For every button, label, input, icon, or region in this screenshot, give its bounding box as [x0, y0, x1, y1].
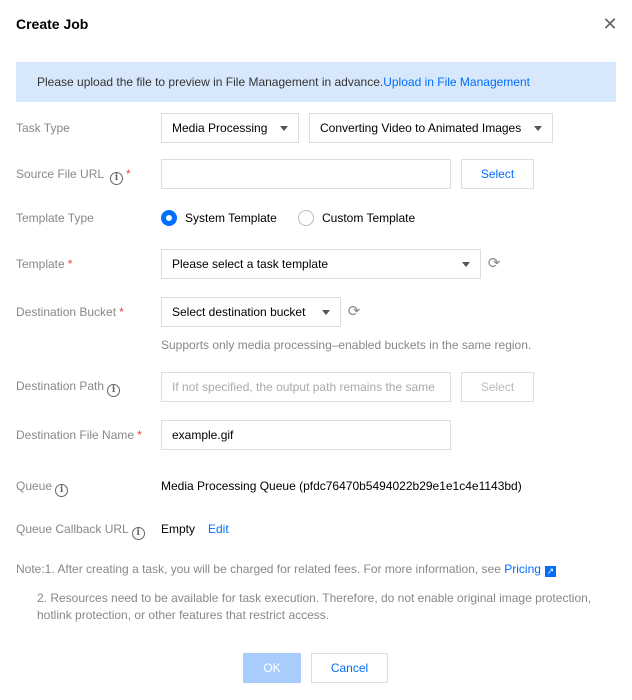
external-link-icon[interactable]: ↗: [544, 566, 556, 577]
info-icon[interactable]: i: [109, 172, 123, 185]
dest-bucket-hint: Supports only media processing–enabled b…: [161, 338, 532, 352]
task-type-select[interactable]: Media Processing: [161, 113, 299, 143]
task-type-label: Task Type: [16, 121, 70, 135]
source-url-label-text: Source File URL: [16, 167, 104, 181]
source-url-label: Source File URL i *: [16, 166, 131, 185]
chevron-down-icon: [280, 126, 288, 131]
template-label: Template *: [16, 256, 72, 272]
cancel-button[interactable]: Cancel: [311, 653, 388, 683]
chevron-down-icon: [322, 310, 330, 315]
callback-label: Queue Callback URL i: [16, 521, 145, 540]
upload-link[interactable]: Upload in File Management: [383, 75, 530, 89]
dest-file-label-text: Destination File Name: [16, 428, 135, 442]
chevron-down-icon: [534, 126, 542, 131]
required-mark: *: [125, 167, 131, 181]
info-icon[interactable]: i: [55, 484, 69, 497]
ok-button[interactable]: OK: [243, 653, 301, 683]
source-select-button[interactable]: Select: [461, 159, 534, 189]
required-mark: *: [137, 428, 142, 442]
refresh-icon[interactable]: ⟳: [486, 256, 502, 272]
source-url-input[interactable]: [161, 159, 451, 189]
refresh-icon[interactable]: ⟳: [346, 304, 362, 320]
note-1: Note:1. After creating a task, you will …: [16, 561, 556, 577]
radio-custom-template[interactable]: [298, 210, 314, 226]
dialog-title: Create Job: [16, 16, 89, 32]
info-icon[interactable]: i: [107, 384, 121, 397]
note-1-text: Note:1. After creating a task, you will …: [16, 562, 505, 576]
dest-path-input[interactable]: If not specified, the output path remain…: [161, 372, 451, 402]
task-subtype-value: Converting Video to Animated Images: [320, 121, 522, 135]
required-mark: *: [119, 305, 124, 319]
banner-text: Please upload the file to preview in Fil…: [37, 75, 384, 89]
task-type-value: Media Processing: [172, 121, 268, 135]
dest-file-input[interactable]: example.gif: [161, 420, 451, 450]
dest-path-label-text: Destination Path: [16, 379, 105, 393]
callback-value: Empty: [161, 522, 196, 536]
custom-template-label[interactable]: Custom Template: [322, 211, 415, 225]
template-placeholder: Please select a task template: [172, 257, 329, 271]
dest-path-label: Destination Path i: [16, 378, 121, 397]
required-mark: *: [67, 257, 73, 271]
pricing-link[interactable]: Pricing: [504, 562, 541, 576]
callback-edit-link[interactable]: Edit: [208, 522, 229, 536]
dest-bucket-placeholder: Select destination bucket: [172, 305, 306, 319]
template-select[interactable]: Please select a task template: [161, 249, 481, 279]
template-label-text: Template: [16, 257, 65, 271]
queue-label: Queue i: [16, 478, 69, 497]
note-2a: 2. Resources need to be available for ta…: [37, 591, 592, 605]
template-type-label: Template Type: [16, 211, 94, 225]
queue-value: Media Processing Queue (pfdc76470b549402…: [161, 479, 522, 493]
chevron-down-icon: [462, 262, 470, 267]
info-banner: Please upload the file to preview in Fil…: [16, 62, 616, 102]
dest-bucket-label: Destination Bucket *: [16, 304, 124, 320]
dest-bucket-label-text: Destination Bucket: [16, 305, 117, 319]
task-subtype-select[interactable]: Converting Video to Animated Images: [309, 113, 553, 143]
close-icon[interactable]: ✕: [600, 14, 620, 34]
dest-bucket-select[interactable]: Select destination bucket: [161, 297, 341, 327]
dest-file-label: Destination File Name *: [16, 427, 142, 443]
callback-label-text: Queue Callback URL: [16, 522, 129, 536]
note-2b: hotlink protection, or other features th…: [37, 608, 330, 622]
system-template-label[interactable]: System Template: [185, 211, 277, 225]
dest-path-select-button[interactable]: Select: [461, 372, 534, 402]
info-icon[interactable]: i: [131, 527, 145, 540]
radio-system-template[interactable]: [161, 210, 177, 226]
queue-label-text: Queue: [16, 479, 53, 493]
